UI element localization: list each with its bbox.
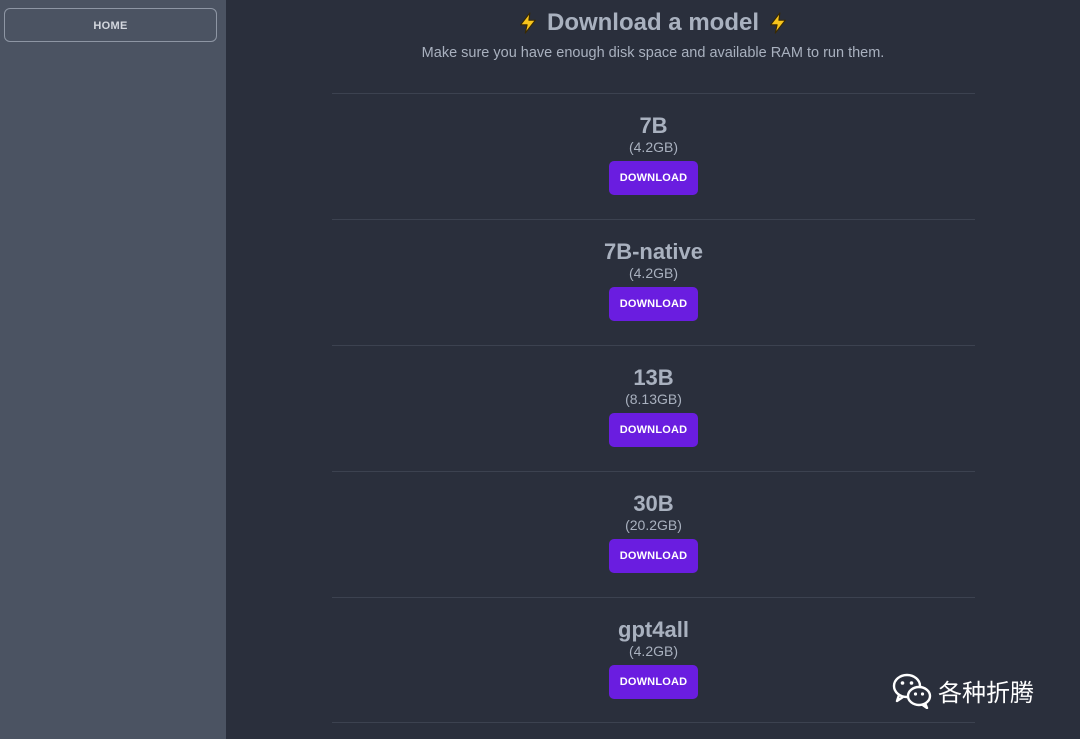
download-button[interactable]: DOWNLOAD bbox=[609, 287, 698, 321]
download-button[interactable]: DOWNLOAD bbox=[609, 665, 698, 699]
model-size: (4.2GB) bbox=[628, 265, 678, 281]
model-size: (4.2GB) bbox=[628, 643, 678, 659]
main-content: Download a model Make sure you have enou… bbox=[226, 0, 1080, 739]
model-list: 7B (4.2GB) DOWNLOAD 7B-native (4.2GB) DO… bbox=[332, 93, 975, 723]
page-header: Download a model Make sure you have enou… bbox=[226, 7, 1080, 61]
app-window: HOME Download a model Make sure you have… bbox=[0, 0, 1080, 739]
download-button[interactable]: DOWNLOAD bbox=[609, 161, 698, 195]
model-name: 13B bbox=[633, 365, 674, 390]
lightning-bolt-icon bbox=[520, 12, 536, 34]
model-name: 30B bbox=[633, 491, 674, 516]
model-size: (4.2GB) bbox=[628, 139, 678, 155]
sidebar: HOME bbox=[0, 0, 226, 739]
watermark: 各种折腾 bbox=[892, 671, 1034, 709]
wechat-logo-icon bbox=[892, 673, 932, 709]
model-name: gpt4all bbox=[618, 617, 689, 642]
download-button[interactable]: DOWNLOAD bbox=[609, 413, 698, 447]
home-button[interactable]: HOME bbox=[4, 8, 217, 42]
model-item: gpt4all (4.2GB) DOWNLOAD bbox=[332, 597, 975, 723]
model-size: (20.2GB) bbox=[625, 517, 682, 533]
page-subtitle: Make sure you have enough disk space and… bbox=[421, 45, 885, 61]
download-button[interactable]: DOWNLOAD bbox=[609, 539, 698, 573]
model-name: 7B bbox=[639, 113, 668, 138]
model-item: 7B-native (4.2GB) DOWNLOAD bbox=[332, 219, 975, 345]
watermark-text: 各种折腾 bbox=[938, 679, 1034, 707]
model-item: 7B (4.2GB) DOWNLOAD bbox=[332, 93, 975, 219]
page-title-text: Download a model bbox=[546, 9, 759, 36]
model-item: 30B (20.2GB) DOWNLOAD bbox=[332, 471, 975, 597]
model-size: (8.13GB) bbox=[625, 391, 682, 407]
model-item: 13B (8.13GB) DOWNLOAD bbox=[332, 345, 975, 471]
model-name: 7B-native bbox=[603, 239, 704, 264]
lightning-bolt-icon bbox=[770, 12, 786, 34]
page-title: Download a model bbox=[226, 7, 1080, 39]
